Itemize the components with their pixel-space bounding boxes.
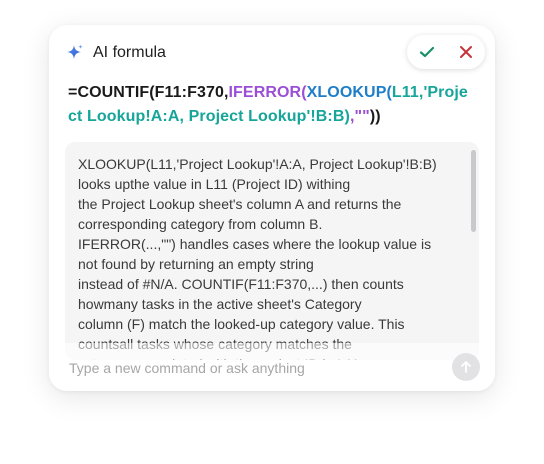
formula-iferror: IFERROR( <box>228 84 307 101</box>
check-icon[interactable] <box>417 42 437 62</box>
formula-close: )) <box>369 108 381 125</box>
panel-title: AI formula <box>93 44 166 61</box>
close-icon[interactable] <box>456 42 476 62</box>
formula-text: =COUNTIF(F11:F370,IFERROR(XLOOKUP(L11,'P… <box>68 81 468 129</box>
panel-header: AI formula <box>65 39 166 67</box>
arrow-up-icon <box>461 361 471 373</box>
sparkle-icon <box>65 43 85 63</box>
explanation-box: XLOOKUP(L11,'Project Lookup'!A:A, Projec… <box>65 142 479 360</box>
command-input[interactable] <box>67 355 441 381</box>
action-group <box>407 35 485 69</box>
explanation-text: XLOOKUP(L11,'Project Lookup'!A:A, Projec… <box>78 156 437 360</box>
formula-iferror-args: ,"" <box>349 108 370 125</box>
explanation-scrollbar[interactable] <box>471 150 476 232</box>
command-bar <box>49 343 495 391</box>
formula-xlookup: XLOOKUP( <box>306 84 392 101</box>
send-button[interactable] <box>452 353 480 381</box>
formula-countif: =COUNTIF(F11:F370, <box>68 84 229 101</box>
ai-formula-panel: AI formula =COUNTIF(F11:F370,IFERROR(XLO… <box>49 25 495 391</box>
